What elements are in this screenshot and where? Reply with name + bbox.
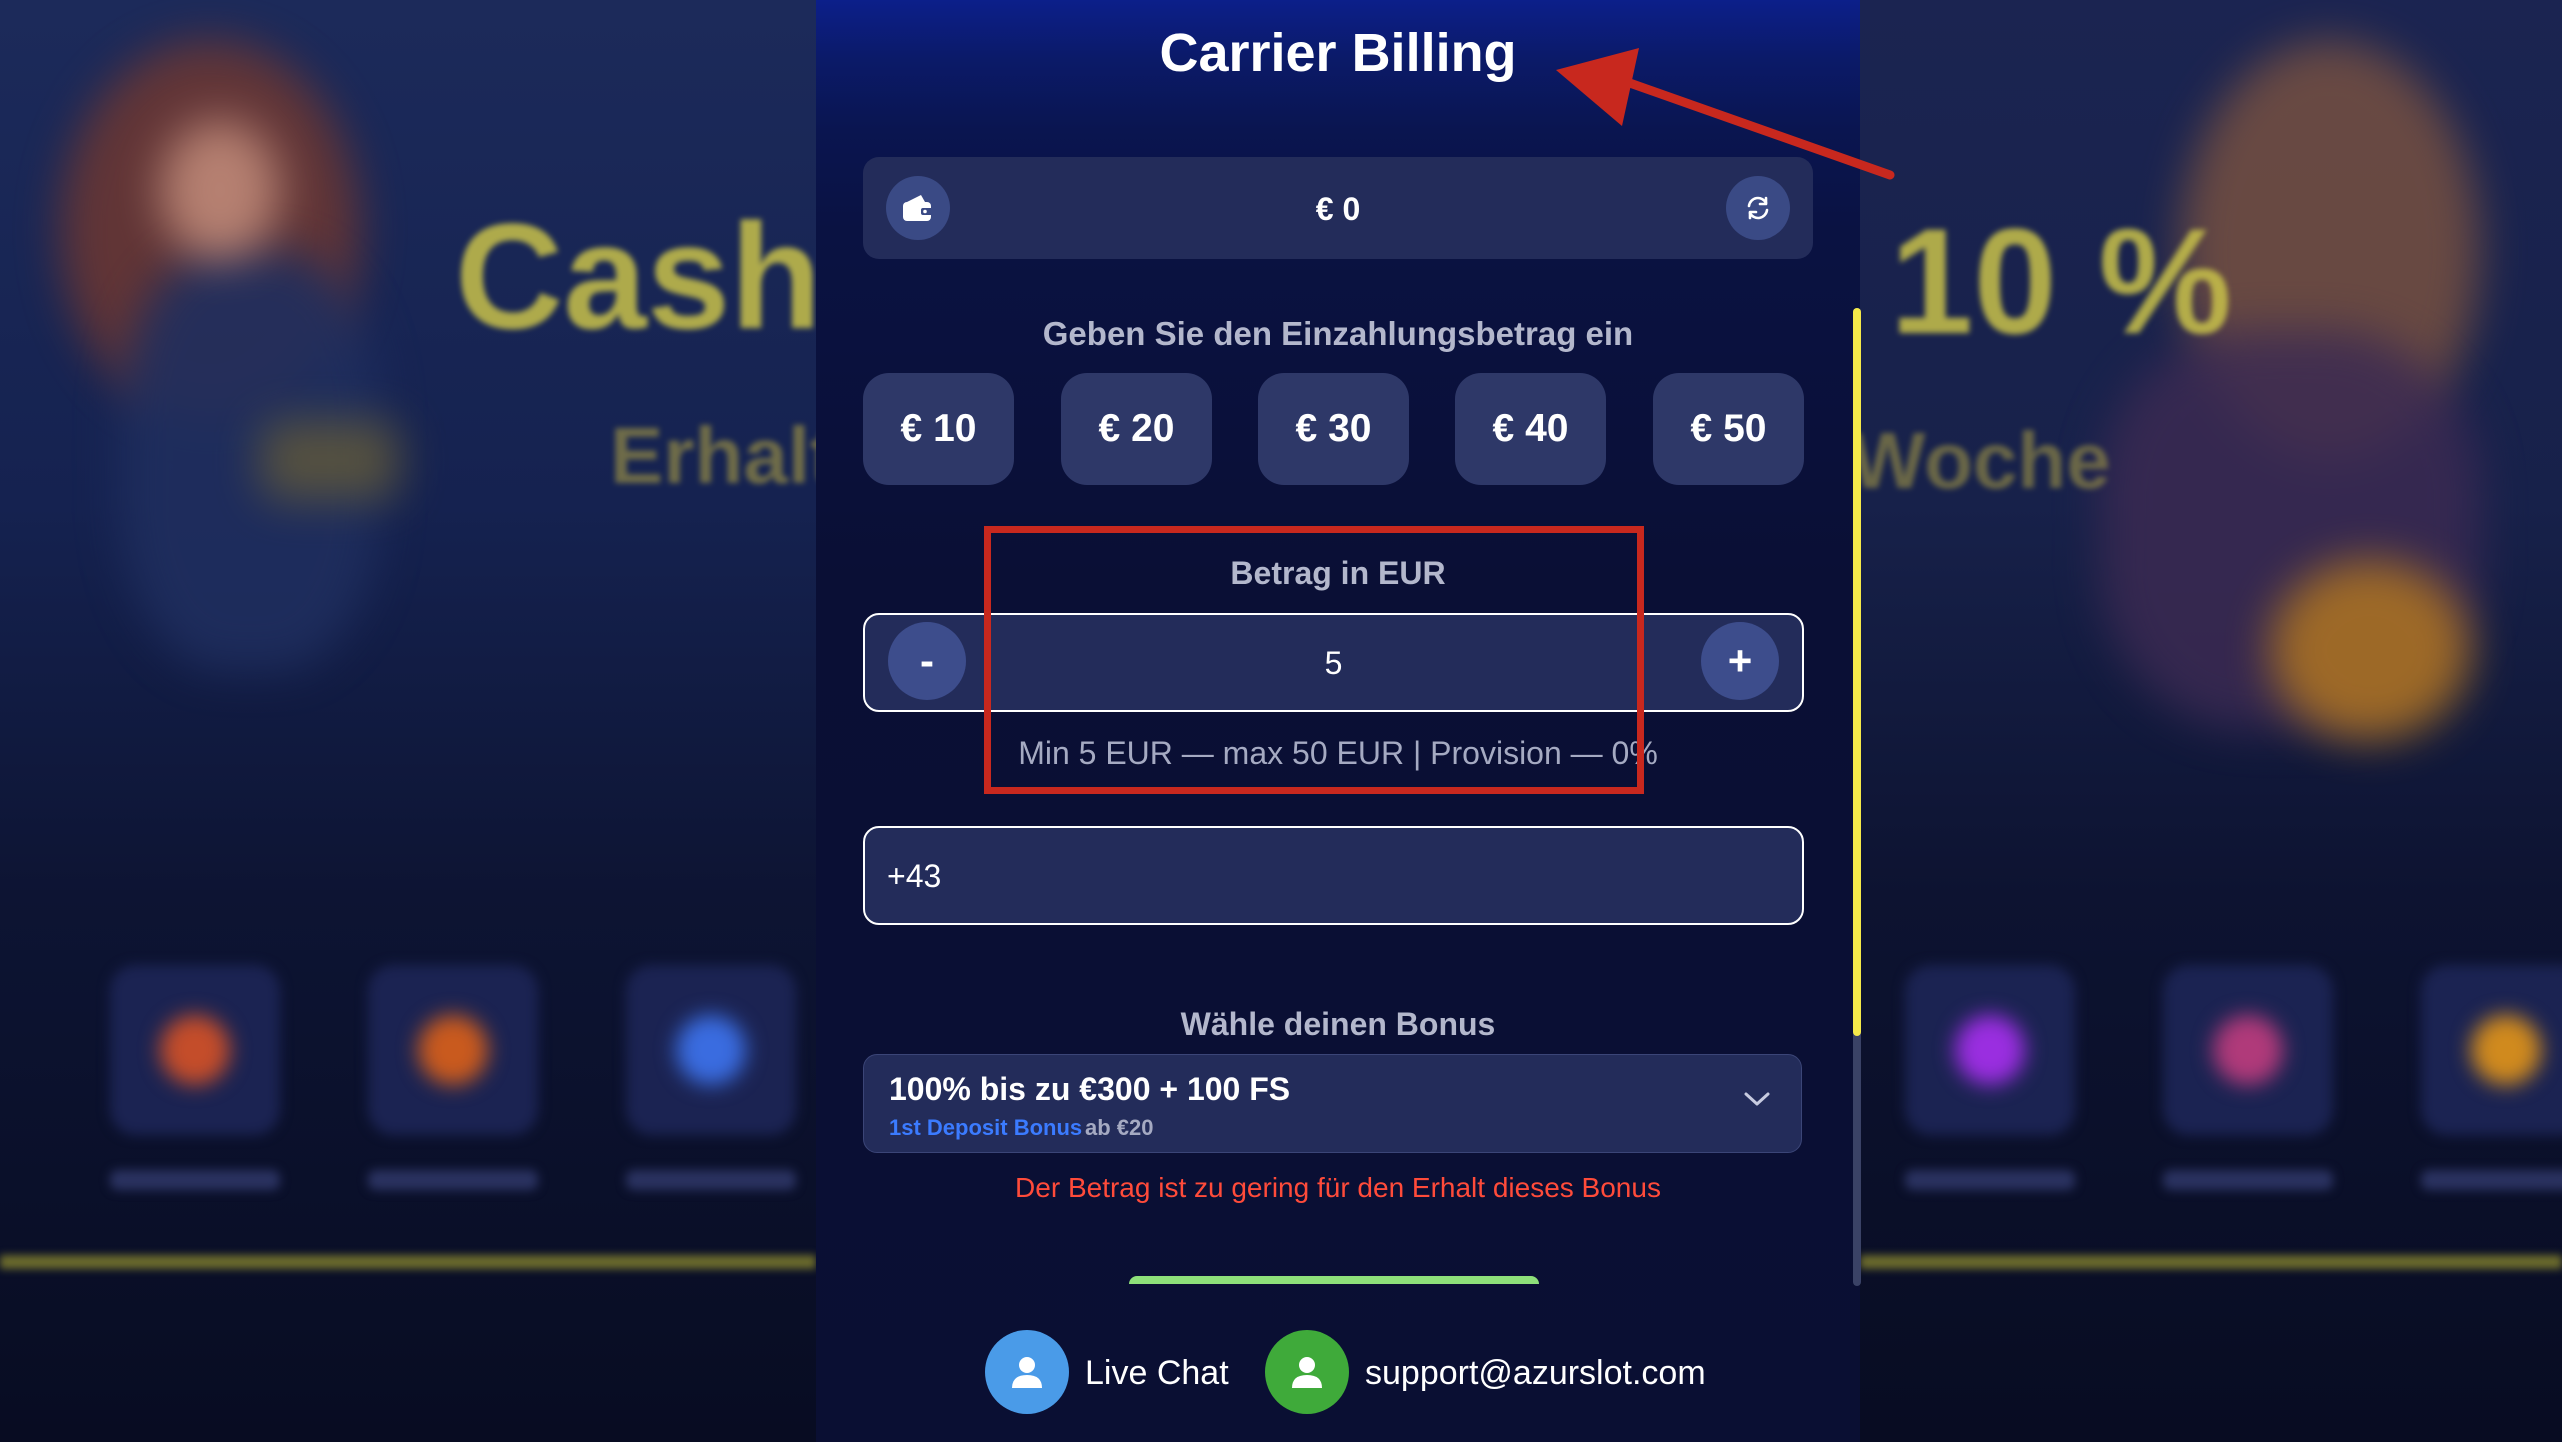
support-footer: Live Chat support@azurslot.com [816, 1330, 1860, 1420]
bonus-label: Wähle deinen Bonus [1180, 1006, 1496, 1042]
live-chat-button[interactable] [985, 1330, 1069, 1414]
user-icon [1012, 1357, 1042, 1388]
preset-amount-10-button[interactable]: € 10 [863, 373, 1014, 485]
preset-amount-50-button[interactable]: € 50 [1653, 373, 1804, 485]
background-left-banner: Cash Erhalt [0, 0, 816, 1442]
promo-right-title: 10 % [1890, 197, 2232, 365]
annotation-arrow [1556, 48, 1895, 180]
scrollbar-thumb[interactable] [1853, 308, 1861, 1036]
bonus-tag: 1st Deposit Bonus [889, 1115, 1083, 1140]
preset-amount-30-button[interactable]: € 30 [1258, 373, 1409, 485]
promo-right-subtitle: Woche [1860, 416, 2111, 505]
carrier-billing-modal: Carrier Billing € 0 Geben Sie den Einzah… [816, 0, 1861, 1442]
increment-button[interactable]: + [1701, 622, 1779, 700]
background-right-banner: 10 % Woche [1860, 0, 2562, 1442]
deposit-button[interactable] [1129, 1276, 1539, 1284]
support-email-link[interactable]: support@azurslot.com [1365, 1354, 1706, 1393]
promo-left-subtitle: Erhalt [610, 411, 816, 500]
promo-left-title: Cash [455, 192, 816, 360]
bonus-select[interactable]: 100% bis zu €300 + 100 FS 1st Deposit Bo… [863, 1054, 1802, 1153]
preset-amount-20-button[interactable]: € 20 [1061, 373, 1212, 485]
highlight-annotation-box [984, 526, 1644, 794]
phone-prefix: +43 [887, 858, 942, 894]
bonus-minimum: ab €20 [1085, 1115, 1154, 1140]
support-email-button[interactable] [1265, 1330, 1349, 1414]
phone-number-field[interactable]: +43 [863, 826, 1804, 925]
preset-amount-40-button[interactable]: € 40 [1455, 373, 1606, 485]
chevron-down-icon [1744, 1092, 1770, 1106]
live-chat-link[interactable]: Live Chat [1085, 1354, 1229, 1393]
bonus-title: 100% bis zu €300 + 100 FS [889, 1071, 1291, 1107]
amount-prompt: Geben Sie den Einzahlungsbetrag ein [1042, 315, 1634, 352]
bonus-error-message: Der Betrag ist zu gering für den Erhalt … [1015, 1172, 1661, 1203]
user-icon [1292, 1357, 1322, 1388]
